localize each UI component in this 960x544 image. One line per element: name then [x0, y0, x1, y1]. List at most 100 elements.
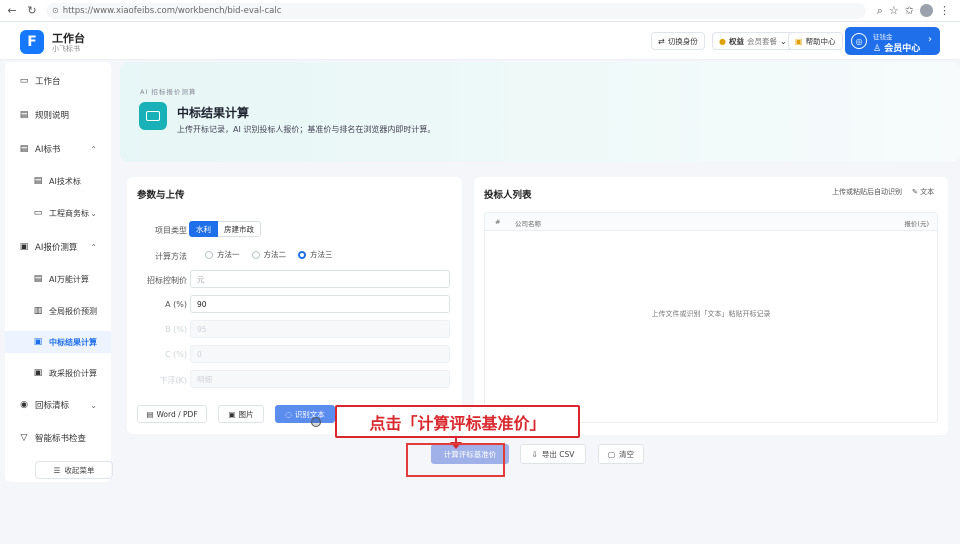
more-menu-icon[interactable]: ⋮ [939, 4, 950, 17]
bidders-title: 投标人列表 [484, 190, 532, 201]
page-title: 中标结果计算 [177, 106, 250, 120]
app-subtitle: 小飞标书 [52, 45, 80, 53]
upload-word-pdf-button[interactable]: ▤ Word / PDF [137, 405, 207, 423]
method-radio-2[interactable]: 方法二 [251, 249, 286, 260]
sidebar-item-bid-result-calc[interactable]: ▣ 中标结果计算 [5, 331, 111, 353]
help-icon: ▣ [795, 36, 803, 46]
monitor-icon: ▭ [19, 76, 29, 86]
col-index: # [495, 218, 501, 226]
sidebar-item-rules[interactable]: ▤ 规则说明 [5, 104, 111, 126]
chevron-down-icon: ⌄ [90, 208, 97, 218]
chevron-down-icon: ⌄ [90, 400, 97, 410]
chart-icon: ▥ [33, 306, 43, 316]
table-header: # 公司名称 报价(元) [485, 213, 937, 231]
rights-button[interactable]: ● 权益 会员套餐 ⌄ [712, 32, 794, 50]
method-radio-3[interactable]: 方法三 [298, 249, 333, 260]
project-type-toggle: 水利 房建市政 [189, 221, 261, 237]
sidebar-item-bid-review[interactable]: ◉ 回标清标 ⌄ [5, 394, 111, 416]
bidders-table: # 公司名称 报价(元) 上传文件或识别「文本」粘贴开标记录 [484, 212, 938, 423]
zoom-icon[interactable]: ⌕ [877, 4, 883, 18]
empty-state-text: 上传文件或识别「文本」粘贴开标记录 [651, 310, 771, 318]
text-paste-button[interactable]: ✎ 文本 [912, 187, 934, 197]
chevron-down-icon: ⌄ [779, 36, 787, 46]
menu-icon: ☰ [53, 465, 61, 475]
method-radio-1[interactable]: 方法一 [205, 249, 240, 260]
method-radio-group: 方法一 方法二 方法三 [205, 249, 333, 260]
sidebar-item-ai-universal-calc[interactable]: ▤ AI万能计算 [5, 268, 111, 290]
sidebar-item-smart-check[interactable]: ▽ 智能标书检查 [5, 427, 111, 449]
doc-icon: ▤ [33, 176, 43, 186]
scan-icon: ◌ [285, 409, 292, 419]
k-input[interactable]: 明细 [190, 370, 450, 388]
type-option-water[interactable]: 水利 [189, 221, 218, 237]
favorites-icon[interactable]: ✩ [905, 4, 914, 17]
address-bar[interactable]: ⊙ https://www.xiaofeibs.com/workbench/bi… [46, 2, 866, 19]
reload-icon[interactable]: ↻ [24, 4, 40, 17]
calc-icon: ▣ [19, 242, 29, 252]
sidebar-item-workbench[interactable]: ▭ 工作台 [5, 70, 111, 92]
crown-icon: ● [719, 36, 726, 46]
col-company: 公司名称 [515, 220, 541, 228]
recognize-text-button[interactable]: ◌ 识别文本 [275, 405, 335, 423]
sidebar-item-ai-quote[interactable]: ▣ AI报价测算 ⌃ [5, 236, 111, 258]
sidebar-item-global-quote-forecast[interactable]: ▥ 全局报价预测 [5, 300, 111, 322]
chevron-up-icon: ⌃ [90, 144, 97, 154]
folder-icon: ▭ [33, 208, 43, 218]
sidebar: ▭ 工作台 ▤ 规则说明 ▤ AI标书 ⌃ ▤ AI技术标 ▭ 工程商务标 ⌄ … [5, 62, 113, 482]
sidebar-item-gov-quote-calc[interactable]: ▣ 政采报价计算 [5, 362, 111, 384]
mouse-cursor [311, 417, 321, 427]
sidebar-item-ai-bid[interactable]: ▤ AI标书 ⌃ [5, 138, 111, 160]
method-label: 计算方法 [155, 252, 187, 261]
highlight-box [406, 443, 505, 477]
auto-recognize-hint: 上传或粘贴后自动识别 [832, 188, 902, 196]
page-banner: AI 招标报价测算 中标结果计算 上传开标记录，AI 识别投标人报价；基准价与排… [120, 62, 960, 162]
chevron-up-icon: ⌃ [90, 242, 97, 252]
calc-icon: ▣ [33, 337, 43, 347]
trash-icon: ▢ [607, 449, 616, 459]
image-icon: ▣ [228, 409, 236, 419]
breadcrumb: AI 招标报价测算 [140, 88, 197, 96]
member-center-button[interactable]: ◎ 征钱金 ♙ 会员中心 › [845, 27, 940, 55]
instruction-callout: 点击「计算评标基准价」 [335, 405, 580, 438]
chevron-right-icon: › [928, 34, 932, 45]
calculator-icon [139, 102, 167, 130]
help-center-button[interactable]: ▣ 帮助中心 [788, 32, 843, 50]
switch-identity-button[interactable]: ⇄ 切换身份 [651, 32, 705, 50]
collapse-menu-button[interactable]: ☰ 收起菜单 [35, 461, 113, 479]
profile-avatar[interactable] [920, 4, 933, 17]
control-price-label: 招标控制价 [147, 276, 187, 285]
browser-toolbar: ← ↻ ⊙ https://www.xiaofeibs.com/workbenc… [0, 0, 960, 22]
control-price-input[interactable]: 元 [190, 270, 450, 288]
page-description: 上传开标记录，AI 识别投标人报价；基准价与排名在浏览器内即时计算。 [177, 125, 436, 134]
search-icon: ◉ [20, 400, 28, 410]
sidebar-item-business-bid[interactable]: ▭ 工程商务标 ⌄ [5, 202, 111, 224]
sidebar-item-ai-tech-bid[interactable]: ▤ AI技术标 [5, 170, 111, 192]
type-option-building[interactable]: 房建市政 [218, 221, 261, 237]
col-price: 报价(元) [904, 220, 929, 228]
c-percent-input[interactable]: 0 [190, 345, 450, 363]
url-text: https://www.xiaofeibs.com/workbench/bid-… [62, 5, 282, 16]
switch-icon: ⇄ [658, 36, 665, 46]
app-logo[interactable]: F [20, 30, 44, 54]
params-card: 参数与上传 项目类型 水利 房建市政 计算方法 方法一 方法二 方法三 招标控制… [127, 177, 462, 434]
member-icon: ◎ [851, 33, 867, 49]
bookmark-star-icon[interactable]: ☆ [889, 4, 899, 17]
b-percent-input[interactable]: 95 [190, 320, 450, 338]
project-type-label: 项目类型 [155, 226, 187, 235]
clear-button[interactable]: ▢ 清空 [598, 444, 644, 464]
upload-image-button[interactable]: ▣ 图片 [218, 405, 264, 423]
a-percent-input[interactable]: 90 [190, 295, 450, 313]
back-icon[interactable]: ← [4, 4, 20, 17]
a-percent-label: A (%) [165, 300, 187, 309]
app-header: F 工作台 小飞标书 ⇄ 切换身份 ● 权益 会员套餐 ⌄ ▣ 帮助中心 ◎ 征… [0, 22, 960, 60]
download-icon: ⇩ [531, 449, 538, 459]
file-icon: ▤ [146, 409, 154, 419]
site-info-icon[interactable]: ⊙ [52, 6, 59, 15]
edit-icon: ✎ [912, 188, 918, 196]
filter-icon: ▽ [20, 433, 28, 443]
doc-icon: ▤ [33, 274, 43, 284]
doc-icon: ▤ [19, 144, 29, 154]
export-csv-button[interactable]: ⇩ 导出 CSV [520, 444, 586, 464]
calc-icon: ▣ [33, 368, 43, 378]
b-percent-label: B (%) [165, 325, 187, 334]
